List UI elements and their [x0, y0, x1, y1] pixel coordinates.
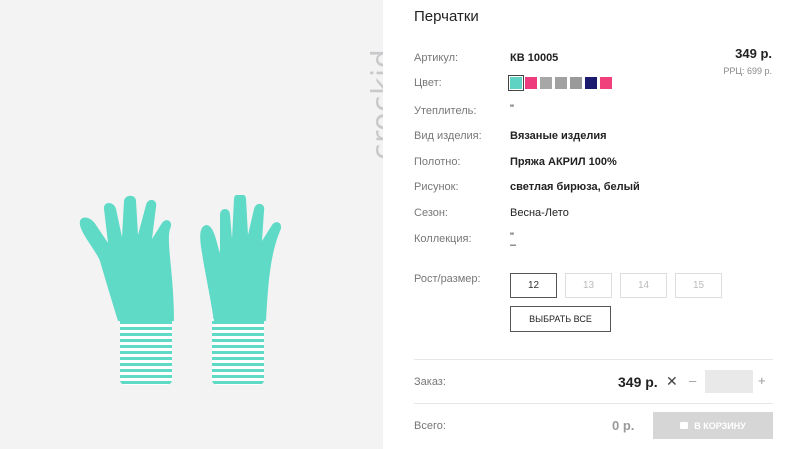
- decrease-quantity-button[interactable]: –: [689, 373, 696, 388]
- size-options: 12 13 14 15: [510, 273, 722, 298]
- color-swatches: [508, 75, 612, 91]
- order-label: Заказ:: [414, 376, 446, 388]
- total-value: 0 р.: [612, 418, 635, 433]
- gloves-picture: [79, 195, 281, 385]
- insulation-value: ": [510, 103, 514, 115]
- color-swatch[interactable]: [508, 75, 524, 91]
- quantity-input[interactable]: [705, 370, 753, 393]
- season-label: Сезон:: [414, 207, 448, 219]
- divider: [414, 359, 773, 360]
- collection-value-line2: –: [510, 239, 517, 251]
- cart-icon: [680, 422, 689, 429]
- color-swatch[interactable]: [555, 77, 567, 89]
- total-label: Всего:: [414, 420, 446, 432]
- season-value: Весна-Лето: [510, 207, 569, 219]
- article-value: КВ 10005: [510, 52, 559, 64]
- color-swatch[interactable]: [585, 77, 597, 89]
- times-icon: ✕: [666, 373, 678, 389]
- color-swatch[interactable]: [525, 77, 537, 89]
- color-label: Цвет:: [414, 77, 442, 89]
- pattern-label: Рисунок:: [414, 181, 459, 193]
- insulation-label: Утеплитель:: [414, 105, 477, 117]
- size-label: Рост/размер:: [414, 273, 481, 285]
- collection-label: Коллекция:: [414, 233, 472, 245]
- size-option-15[interactable]: 15: [675, 273, 722, 298]
- pattern-value: светлая бирюза, белый: [510, 181, 640, 193]
- product-title: Перчатки: [414, 8, 479, 25]
- recommended-price: РРЦ: 699 р.: [723, 66, 772, 76]
- fabric-value: Пряжа АКРИЛ 100%: [510, 156, 617, 168]
- add-to-cart-label: В КОРЗИНУ: [694, 420, 746, 431]
- add-to-cart-button[interactable]: В КОРЗИНУ: [653, 412, 773, 439]
- order-price: 349 р.: [618, 374, 658, 390]
- color-swatch[interactable]: [600, 77, 612, 89]
- size-option-14[interactable]: 14: [620, 273, 667, 298]
- color-swatch[interactable]: [570, 77, 582, 89]
- left-glove: [79, 195, 174, 385]
- brand-logo: crockid: [338, 20, 383, 160]
- size-option-12[interactable]: 12: [510, 273, 557, 298]
- divider: [414, 403, 773, 404]
- type-label: Вид изделия:: [414, 130, 482, 142]
- product-price: 349 р.: [735, 46, 772, 61]
- color-swatch[interactable]: [540, 77, 552, 89]
- product-image[interactable]: crockid: [0, 0, 383, 449]
- size-option-13[interactable]: 13: [565, 273, 612, 298]
- select-all-button[interactable]: ВЫБРАТЬ ВСЕ: [510, 306, 611, 332]
- type-value: Вязаные изделия: [510, 130, 607, 142]
- increase-quantity-button[interactable]: +: [758, 373, 766, 388]
- brand-logo-text: crockid: [366, 48, 383, 160]
- article-label: Артикул:: [414, 52, 459, 64]
- fabric-label: Полотно:: [414, 156, 461, 168]
- right-glove: [200, 195, 281, 385]
